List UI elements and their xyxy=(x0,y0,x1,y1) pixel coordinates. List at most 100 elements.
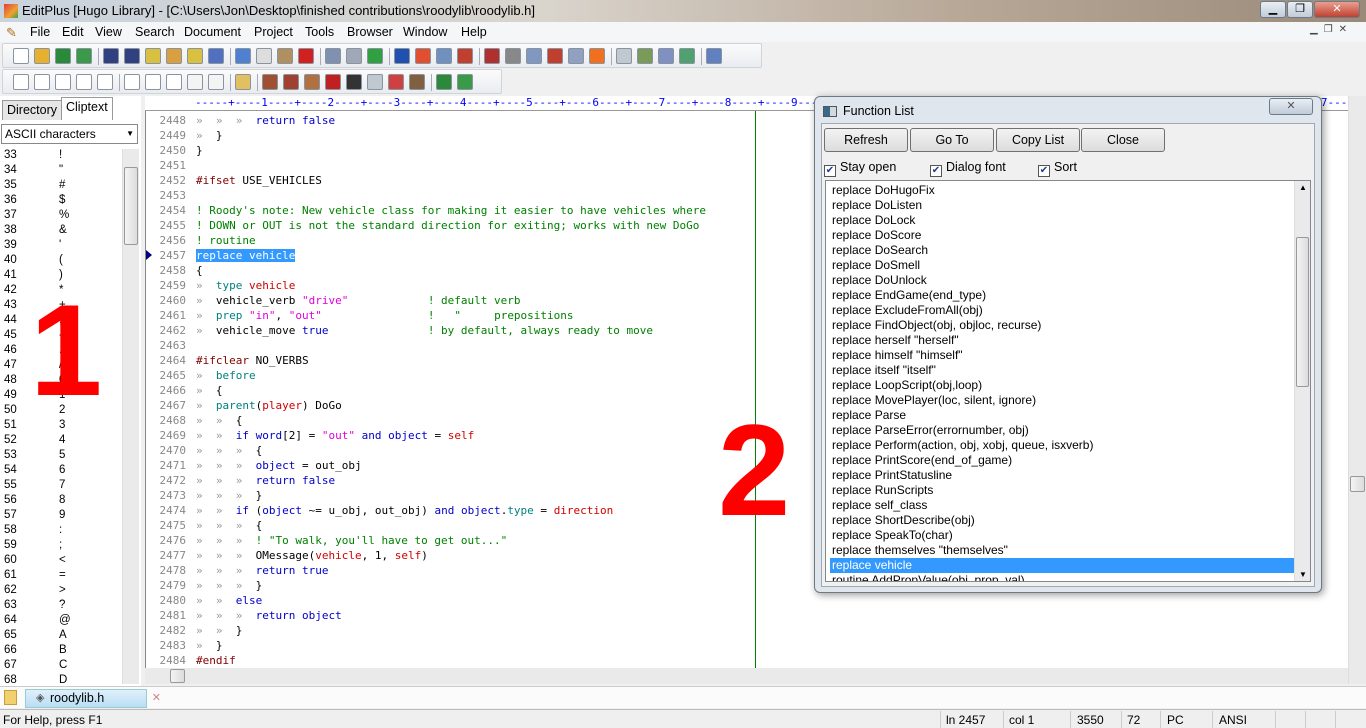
function-list-item[interactable]: replace DoSearch xyxy=(830,243,1294,258)
user-tool-10-icon[interactable] xyxy=(208,74,224,90)
function-list-item[interactable]: replace DoLock xyxy=(830,213,1294,228)
checkbox-icon[interactable]: ✔ xyxy=(930,165,942,177)
minimize-button[interactable]: ▁ xyxy=(1260,1,1286,18)
edit-note-arrow-icon[interactable] xyxy=(187,48,203,64)
menu-window[interactable]: Window xyxy=(403,25,447,39)
user-tool-4-icon[interactable] xyxy=(76,74,92,90)
function-list-item[interactable]: replace themselves "themselves" xyxy=(830,543,1294,558)
function-list-item[interactable]: replace self_class xyxy=(830,498,1294,513)
list-item[interactable]: 63? xyxy=(4,599,114,614)
function-list-item[interactable]: replace SpeakTo(char) xyxy=(830,528,1294,543)
function-list-item[interactable]: replace LoopScript(obj,loop) xyxy=(830,378,1294,393)
list-item[interactable]: 55 7 xyxy=(4,479,114,494)
hugo-run-icon[interactable] xyxy=(304,74,320,90)
user-tool-8-icon[interactable] xyxy=(166,74,182,90)
function-list-item[interactable]: replace PrintStatusline xyxy=(830,468,1294,483)
cliptext-scrollbar[interactable] xyxy=(122,149,139,684)
hugo-compile-icon[interactable] xyxy=(262,74,278,90)
user-tool-6-icon[interactable] xyxy=(124,74,140,90)
home-icon[interactable] xyxy=(346,74,362,90)
list-item[interactable]: 68 D xyxy=(4,674,114,684)
function-list-item[interactable]: replace Parse xyxy=(830,408,1294,423)
scroll-up-icon[interactable]: ▲ xyxy=(1299,183,1307,192)
document-tab[interactable]: ◈ roodylib.h ✕ xyxy=(25,689,161,708)
list-item[interactable]: 53 5 xyxy=(4,449,114,464)
cliptext-library-select[interactable]: ASCII characters ▼ xyxy=(1,124,138,144)
function-list-item[interactable]: replace FindObject(obj, objloc, recurse) xyxy=(830,318,1294,333)
user-tool-5-icon[interactable] xyxy=(97,74,113,90)
robot-icon[interactable] xyxy=(409,74,425,90)
copy-icon[interactable] xyxy=(256,48,272,64)
indent-icon[interactable] xyxy=(103,48,119,64)
undo-icon[interactable] xyxy=(325,48,341,64)
list-item[interactable]: 38 & xyxy=(4,224,114,239)
scroll-thumb[interactable] xyxy=(1350,476,1365,492)
list-item[interactable]: 60 < xyxy=(4,554,114,569)
list-item[interactable]: 33! xyxy=(4,149,114,164)
list-item[interactable]: 34 " xyxy=(4,164,114,179)
go-to-button[interactable]: Go To xyxy=(910,128,994,152)
function-list-item[interactable]: replace EndGame(end_type) xyxy=(830,288,1294,303)
list-item[interactable]: 62 > xyxy=(4,584,114,599)
checkbox-icon[interactable]: ✔ xyxy=(1038,165,1050,177)
maximize-button[interactable]: ❐ xyxy=(1287,1,1313,18)
user-tool-1-icon[interactable] xyxy=(13,74,29,90)
edit-note-x-icon[interactable] xyxy=(166,48,182,64)
function-list-item[interactable]: replace ExcludeFromAll(obj) xyxy=(830,303,1294,318)
list-item[interactable]: 66 B xyxy=(4,644,114,659)
list-item[interactable]: 58: xyxy=(4,524,114,539)
close-tab-icon[interactable]: ✕ xyxy=(152,691,161,704)
menu-tools[interactable]: Tools xyxy=(305,25,334,39)
list-item[interactable]: 40 ( xyxy=(4,254,114,269)
function-list-item[interactable]: replace DoUnlock xyxy=(830,273,1294,288)
function-list-scrollbar[interactable]: ▲ ▼ xyxy=(1294,181,1310,581)
function-list-item[interactable]: routine AddPropValue(obj, prop, val) xyxy=(830,573,1294,581)
list-item[interactable]: 39 ' xyxy=(4,239,114,254)
close-button[interactable]: Close xyxy=(1081,128,1165,152)
menu-search[interactable]: Search xyxy=(135,25,175,39)
user-tool-3-icon[interactable] xyxy=(55,74,71,90)
replace-icon[interactable] xyxy=(415,48,431,64)
cut-icon[interactable] xyxy=(235,48,251,64)
list-item[interactable]: 52 4 xyxy=(4,434,114,449)
function-list-item[interactable]: replace Perform(action, obj, xobj, queue… xyxy=(830,438,1294,453)
output-window-icon[interactable] xyxy=(616,48,632,64)
horizontal-scrollbar[interactable] xyxy=(145,668,1348,684)
save-icon[interactable] xyxy=(55,48,71,64)
function-list-item[interactable]: replace DoHugoFix xyxy=(830,183,1294,198)
check-icon[interactable] xyxy=(589,48,605,64)
menu-edit[interactable]: Edit xyxy=(62,25,84,39)
function-list-item[interactable]: replace MovePlayer(loc, silent, ignore) xyxy=(830,393,1294,408)
scroll-thumb[interactable] xyxy=(124,167,138,245)
redo-icon[interactable] xyxy=(346,48,362,64)
spellcheck-icon[interactable] xyxy=(208,48,224,64)
menu-file[interactable]: File xyxy=(30,25,50,39)
save-green-icon[interactable] xyxy=(436,74,452,90)
function-list-item[interactable]: replace vehicle xyxy=(830,558,1294,573)
save-all-icon[interactable] xyxy=(76,48,92,64)
list-item[interactable]: 67 C xyxy=(4,659,114,674)
list-item[interactable]: 56 8 xyxy=(4,494,114,509)
function-list[interactable]: replace DoHugoFix replace DoListen replace… xyxy=(825,180,1311,582)
menu-help[interactable]: Help xyxy=(461,25,487,39)
tab-cliptext[interactable]: Cliptext xyxy=(61,97,113,120)
function-list-item[interactable]: replace PrintScore(end_of_game) xyxy=(830,453,1294,468)
font-icon[interactable] xyxy=(484,48,500,64)
cliptext-window-icon[interactable] xyxy=(637,48,653,64)
list-item[interactable]: 64 @ xyxy=(4,614,114,629)
function-list-item[interactable]: replace DoListen xyxy=(830,198,1294,213)
list-item[interactable]: 61 = xyxy=(4,569,114,584)
function-list-item[interactable]: replace DoScore xyxy=(830,228,1294,243)
list-item[interactable]: 36 $ xyxy=(4,194,114,209)
list-item[interactable]: 37% xyxy=(4,209,114,224)
copy-list-button[interactable]: Copy List xyxy=(996,128,1080,152)
tab-directory[interactable]: Directory xyxy=(2,100,63,120)
scroll-thumb[interactable] xyxy=(1296,237,1309,387)
new-file-icon[interactable] xyxy=(13,48,29,64)
find-icon[interactable] xyxy=(394,48,410,64)
hugo-book-icon[interactable] xyxy=(325,74,341,90)
checkbox-sort[interactable]: ✔ Sort xyxy=(1038,160,1077,177)
scroll-down-icon[interactable]: ▼ xyxy=(1299,570,1307,579)
checkbox-icon[interactable]: ✔ xyxy=(824,165,836,177)
paste-icon[interactable] xyxy=(277,48,293,64)
